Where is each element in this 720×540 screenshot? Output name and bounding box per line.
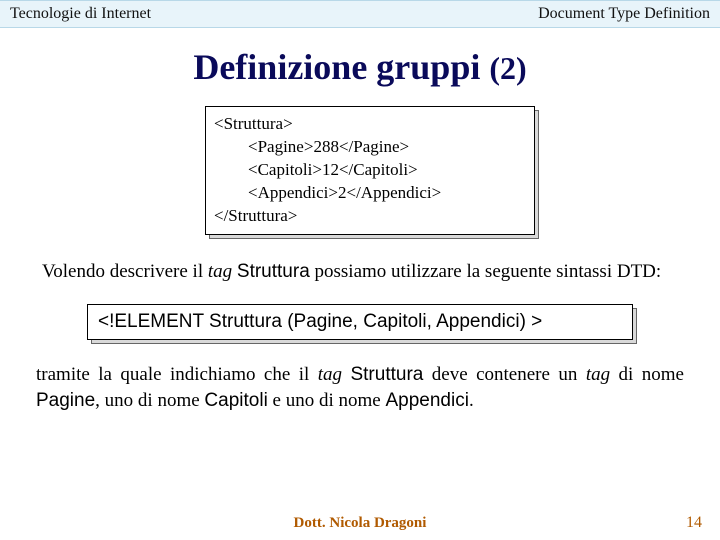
footer-author: Dott. Nicola Dragoni [16, 515, 704, 532]
xml-line-1: <Struttura> [214, 114, 293, 133]
paragraph-1: Volendo descrivere il tag Struttura poss… [42, 259, 678, 285]
p1-struttura: Struttura [237, 261, 310, 282]
xml-example-box: <Struttura> <Pagine>288</Pagine> <Capito… [205, 106, 535, 235]
p2-appendici: Appendici [385, 390, 468, 411]
xml-example: <Struttura> <Pagine>288</Pagine> <Capito… [205, 106, 535, 235]
title-main: Definizione gruppi [193, 47, 489, 87]
dtd-box: <!ELEMENT Struttura (Pagine, Capitoli, A… [87, 304, 633, 340]
title-suffix: (2) [489, 50, 526, 86]
dtd-line: <!ELEMENT Struttura (Pagine, Capitoli, A… [87, 304, 633, 340]
p2-t9: , uno di nome [95, 390, 204, 411]
footer-page-number: 14 [686, 514, 702, 532]
p2-t7: di nome [610, 364, 684, 385]
p2-pagine: Pagine [36, 390, 95, 411]
p2-t13: . [469, 390, 474, 411]
p1-t1: Volendo descrivere il [42, 261, 208, 282]
slide-title: Definizione gruppi (2) [0, 46, 720, 88]
p2-tag-word-1: tag [318, 364, 342, 385]
xml-line-4: <Appendici>2</Appendici> [214, 183, 441, 202]
p2-struttura: Struttura [350, 364, 423, 385]
xml-line-5: </Struttura> [214, 206, 297, 225]
p2-t1: tramite la quale indichiamo che il [36, 364, 318, 385]
p2-capitoli: Capitoli [204, 390, 267, 411]
header-right: Document Type Definition [538, 5, 710, 23]
p2-t11: e uno di nome [268, 390, 386, 411]
p1-t5: possiamo utilizzare la seguente sintassi… [310, 261, 661, 282]
paragraph-2: tramite la quale indichiamo che il tag S… [36, 362, 684, 413]
xml-line-3: <Capitoli>12</Capitoli> [214, 160, 418, 179]
slide-header: Tecnologie di Internet Document Type Def… [0, 0, 720, 28]
header-left: Tecnologie di Internet [10, 5, 151, 23]
xml-line-2: <Pagine>288</Pagine> [214, 137, 409, 156]
p1-tag-word: tag [208, 261, 232, 282]
p2-t5: deve contenere un [423, 364, 585, 385]
p2-tag-word-2: tag [586, 364, 610, 385]
slide-footer: Dott. Nicola Dragoni 14 [0, 515, 720, 532]
